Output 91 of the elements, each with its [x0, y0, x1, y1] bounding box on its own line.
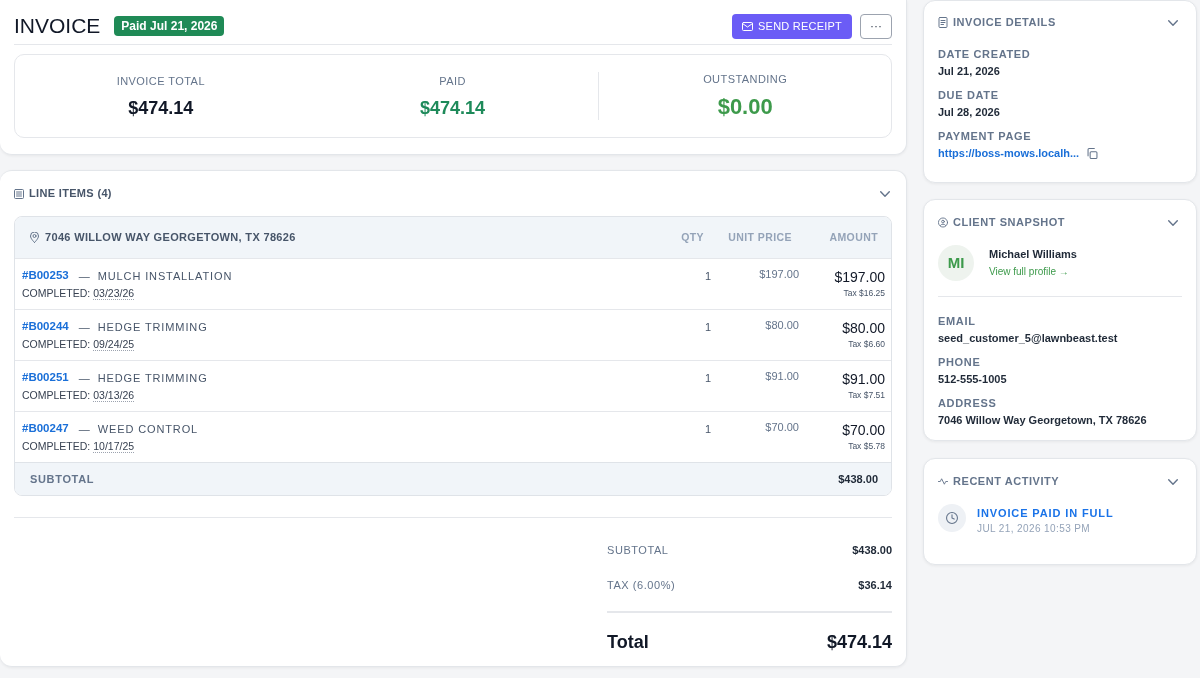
- card-title: RECENT ACTIVITY: [953, 474, 1060, 490]
- column-header: AMOUNT: [828, 229, 878, 245]
- status-badge: Paid Jul 21, 2026: [114, 16, 225, 36]
- pulse-icon: [938, 476, 948, 487]
- copy-icon[interactable]: [1087, 147, 1099, 159]
- field-value: 7046 Willow Way Georgetown, TX 78626: [938, 413, 1148, 428]
- chevron-down-icon[interactable]: [1168, 478, 1178, 485]
- job-number-link[interactable]: #B00253: [22, 267, 69, 285]
- separator-text: —: [78, 268, 90, 284]
- map-pin-icon: [30, 232, 39, 243]
- amount-text: $197.00: [834, 268, 885, 287]
- avatar: MI: [938, 245, 974, 281]
- tax-text: Tax $16.25: [843, 287, 885, 299]
- tax-text: Tax $6.60: [848, 338, 885, 350]
- completed-date: 03/23/26: [93, 286, 135, 302]
- profile-link[interactable]: View full profile →: [989, 263, 1077, 281]
- completed-date: 10/17/25: [93, 439, 135, 455]
- completed-label: COMPLETED:: [22, 337, 91, 353]
- quantity-cell-text: 1: [704, 320, 711, 335]
- field-label: PAYMENT PAGE: [938, 129, 1033, 144]
- completed-label: COMPLETED:: [22, 286, 91, 302]
- document-icon: [938, 17, 948, 28]
- column-header: QTY: [680, 229, 704, 245]
- totals-value: $438.00: [852, 542, 892, 558]
- grand-total-value: $474.14: [826, 630, 892, 654]
- address-heading: 7046 WILLOW WAY GEORGETOWN, TX 78626: [45, 230, 296, 246]
- service-name: HEDGE TRIMMING: [97, 319, 208, 335]
- clock-icon: [938, 504, 966, 532]
- totals-value: $36.14: [858, 577, 892, 593]
- totals-label: SUBTOTAL: [607, 542, 669, 558]
- amount-text: $70.00: [842, 421, 885, 440]
- card-title: INVOICE DETAILS: [953, 15, 1056, 31]
- unit-price-cell: $197.00: [759, 267, 799, 281]
- quantity-cell-text: 1: [704, 422, 711, 437]
- grand-total-label: Total: [607, 630, 649, 654]
- summary-value: $474.14: [419, 97, 486, 119]
- column-header: UNIT PRICE: [727, 229, 792, 245]
- list-icon: [14, 188, 24, 199]
- quantity-cell-text: 1: [704, 269, 711, 284]
- field-value: seed_customer_5@lawnbeast.test: [938, 331, 1119, 346]
- field-label: DATE CREATED: [938, 47, 1032, 62]
- chevron-down-icon[interactable]: [1168, 19, 1178, 26]
- unit-price-cell: $70.00: [765, 420, 799, 434]
- amount-text: $91.00: [842, 370, 885, 389]
- field-value: Jul 21, 2026: [938, 64, 1001, 79]
- invoice-title: INVOICE: [14, 13, 101, 39]
- activity-title: INVOICE PAID IN FULL: [977, 506, 1114, 521]
- summary-value: $474.14: [128, 97, 194, 119]
- completed-date: 09/24/25: [93, 337, 135, 353]
- field-value: Jul 28, 2026: [938, 105, 1001, 120]
- section-title: LINE ITEMS (4): [29, 186, 112, 202]
- job-number-link[interactable]: #B00244: [22, 318, 69, 336]
- summary-value: $0.00: [717, 93, 773, 121]
- field-label: PHONE: [938, 355, 982, 370]
- payment-link[interactable]: https://boss-mows.localh...: [938, 144, 1080, 162]
- unit-price-cell: $80.00: [765, 318, 799, 332]
- activity-time: JUL 21, 2026 10:53 PM: [977, 522, 1092, 536]
- completed-label: COMPLETED:: [22, 439, 91, 455]
- separator-text: —: [78, 319, 90, 335]
- quantity-cell-text: 1: [704, 371, 711, 386]
- field-label: DUE DATE: [938, 88, 1000, 103]
- summary-label: PAID: [439, 74, 466, 89]
- tax-text: Tax $5.78: [848, 440, 885, 452]
- field-label: ADDRESS: [938, 396, 998, 411]
- summary-label: OUTSTANDING: [703, 72, 788, 87]
- job-number-link[interactable]: #B00251: [22, 369, 69, 387]
- chevron-down-icon[interactable]: [880, 190, 890, 197]
- completed-label: COMPLETED:: [22, 388, 91, 404]
- more-button[interactable]: ···: [860, 13, 892, 39]
- send-receipt-button[interactable]: SEND RECEIPT: [732, 13, 852, 39]
- card-title: CLIENT SNAPSHOT: [953, 215, 1066, 231]
- service-name: WEED CONTROL: [97, 421, 199, 437]
- completed-date: 03/13/26: [93, 388, 135, 404]
- separator-text: —: [78, 421, 90, 437]
- field-label: EMAIL: [938, 314, 977, 329]
- chevron-down-icon[interactable]: [1168, 219, 1178, 226]
- separator-text: —: [78, 370, 90, 386]
- amount-text: $80.00: [842, 319, 885, 338]
- user-circle-icon: [938, 217, 948, 228]
- service-name: HEDGE TRIMMING: [97, 370, 208, 386]
- subtotal-value: $438.00: [838, 471, 878, 487]
- mail-icon: [742, 21, 754, 31]
- service-name: MULCH INSTALLATION: [97, 268, 233, 284]
- subtotal-label: SUBTOTAL: [30, 471, 95, 487]
- summary-label: INVOICE TOTAL: [116, 74, 205, 89]
- tax-text: Tax $7.51: [848, 389, 885, 401]
- client-name: Michael Williams: [989, 247, 1077, 262]
- job-number-link[interactable]: #B00247: [22, 420, 69, 438]
- totals-label: TAX (6.00%): [607, 577, 676, 593]
- field-value: 512-555-1005: [938, 372, 1008, 387]
- unit-price-cell: $91.00: [765, 369, 799, 383]
